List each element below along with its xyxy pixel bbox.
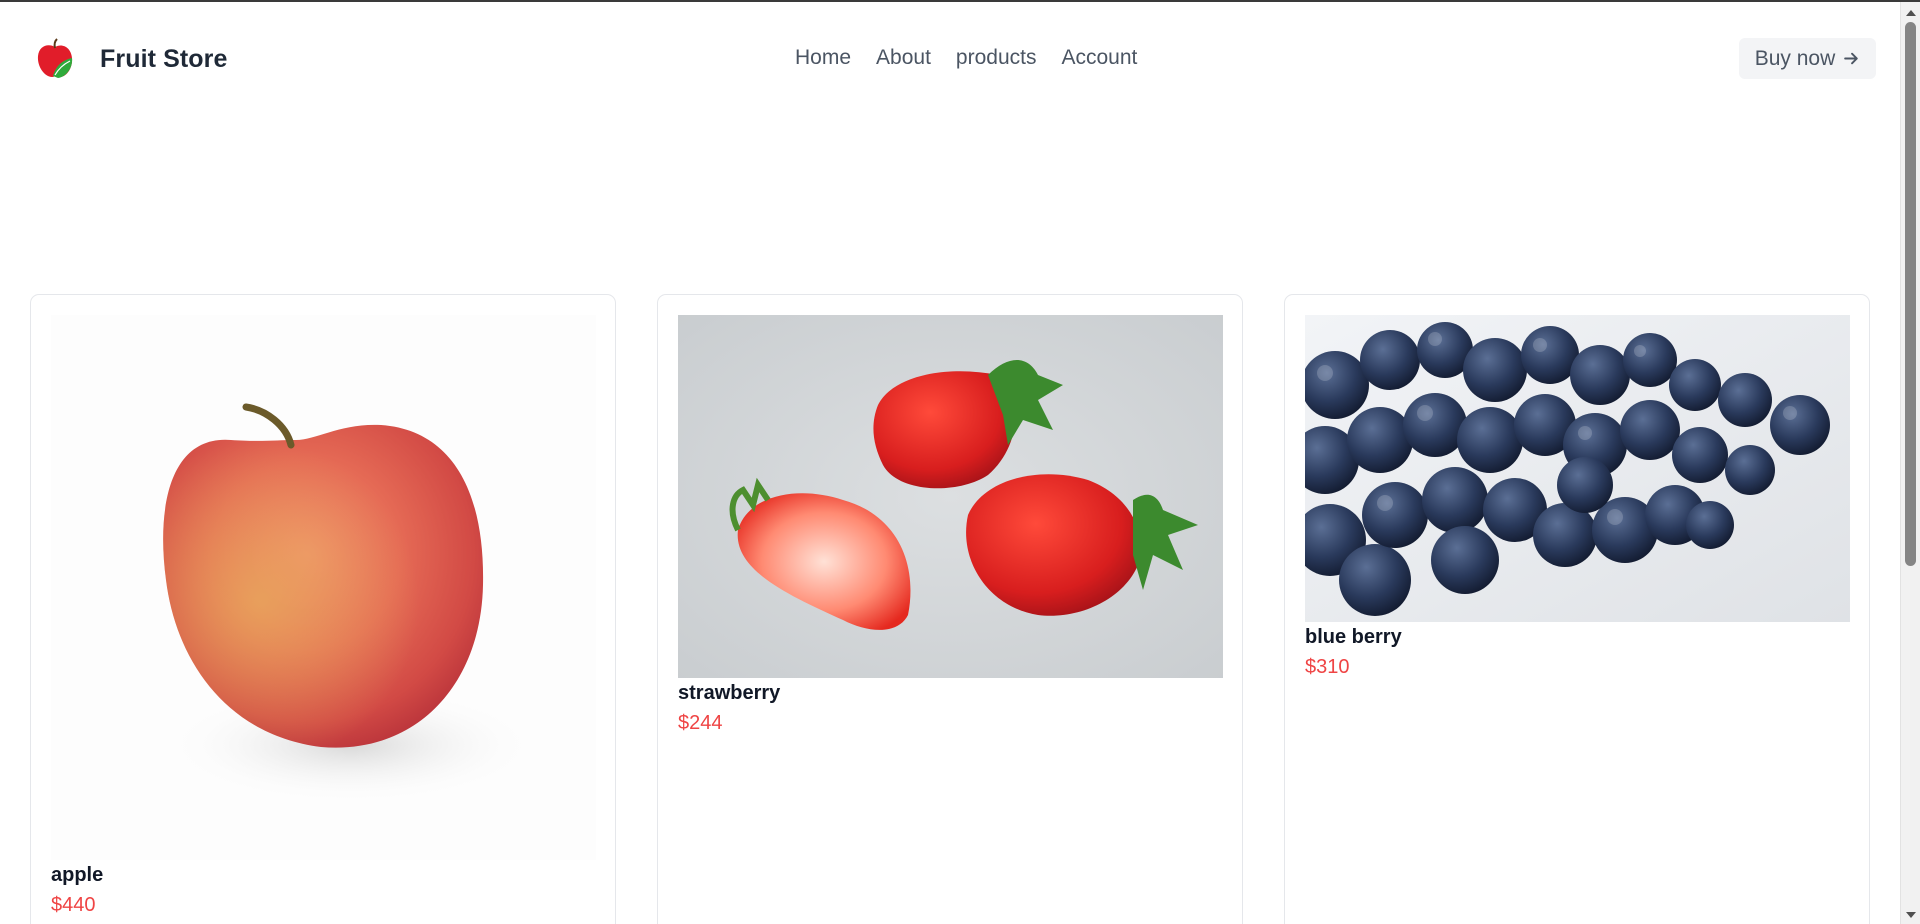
product-name: apple xyxy=(51,864,104,886)
brand-name: Fruit Store xyxy=(100,44,228,73)
apple-logo-icon xyxy=(37,38,73,78)
vertical-scrollbar[interactable] xyxy=(1900,2,1920,924)
scroll-up-arrow-icon[interactable] xyxy=(1906,10,1916,16)
product-price: $310 xyxy=(1305,656,1350,678)
arrow-right-icon xyxy=(1844,52,1859,65)
brand[interactable]: Fruit Store xyxy=(36,38,228,80)
product-name: strawberry xyxy=(678,682,781,704)
page: Fruit Store Home About products Account … xyxy=(0,0,1920,924)
product-card-blueberry[interactable]: blue berry $310 xyxy=(1284,294,1870,924)
product-name: blue berry xyxy=(1305,626,1402,648)
scroll-down-arrow-icon[interactable] xyxy=(1906,912,1916,918)
buy-now-button[interactable]: Buy now xyxy=(1739,38,1876,79)
main-nav: Home About products Account xyxy=(795,46,1162,70)
nav-about[interactable]: About xyxy=(876,46,931,70)
nav-home[interactable]: Home xyxy=(795,46,851,70)
strawberry-image[interactable] xyxy=(678,315,1223,678)
apple-image[interactable] xyxy=(51,315,596,860)
product-card-apple[interactable]: apple $440 xyxy=(30,294,616,924)
product-card-strawberry[interactable]: strawberry $244 xyxy=(657,294,1243,924)
scrollbar-thumb[interactable] xyxy=(1905,22,1916,566)
buy-now-label: Buy now xyxy=(1754,46,1836,70)
product-price: $244 xyxy=(678,712,723,734)
blueberry-image[interactable] xyxy=(1305,315,1850,622)
site-header: Fruit Store Home About products Account … xyxy=(0,2,1900,114)
nav-account[interactable]: Account xyxy=(1061,46,1137,70)
nav-products[interactable]: products xyxy=(956,46,1037,70)
product-price: $440 xyxy=(51,894,96,916)
